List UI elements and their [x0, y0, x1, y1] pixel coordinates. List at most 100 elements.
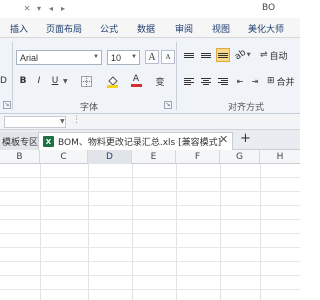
grid-line	[0, 261, 300, 262]
tab-view[interactable]: 视图	[212, 22, 230, 35]
align-center-button[interactable]	[199, 74, 213, 88]
grid-line	[40, 164, 41, 300]
grow-font-button[interactable]: A	[145, 50, 159, 64]
grid-line	[0, 205, 300, 206]
align-right-icon	[218, 77, 228, 85]
increase-indent-icon: ⇥	[251, 76, 259, 86]
align-left-icon	[184, 77, 194, 85]
decrease-indent-icon: ⇤	[236, 76, 244, 86]
underline-button[interactable]: U	[48, 74, 62, 88]
align-middle-button[interactable]	[199, 48, 213, 62]
font-dialog-launcher-icon[interactable]: ↘	[164, 101, 172, 109]
font-color-icon: A	[132, 74, 140, 84]
chevron-down-icon[interactable]: ▾	[34, 3, 44, 14]
tab-review[interactable]: 审阅	[175, 22, 193, 35]
grid-line	[88, 164, 89, 300]
align-left-button[interactable]	[182, 74, 196, 88]
cell-area[interactable]	[0, 164, 300, 300]
tab-template-zone[interactable]: 模板专区	[0, 132, 38, 150]
chevron-down-icon[interactable]: ▼	[63, 78, 68, 85]
align-right-button[interactable]	[216, 74, 230, 88]
wrap-text-label: 自动	[269, 51, 288, 62]
tab-beautify[interactable]: 美化大师	[248, 22, 284, 35]
wen-icon: 变	[155, 77, 165, 88]
tab-formulas[interactable]: 公式	[100, 22, 118, 35]
align-middle-icon	[201, 52, 211, 58]
tab-insert[interactable]: 插入	[10, 22, 28, 35]
grid-line	[0, 247, 300, 248]
quick-access-toolbar: ✕ ▾ ◂ ▸	[22, 3, 68, 14]
italic-button[interactable]: I	[32, 74, 46, 88]
close-icon[interactable]: ✕	[219, 133, 228, 146]
column-header-g[interactable]: G	[220, 150, 260, 164]
increase-indent-button[interactable]: ⇥	[248, 74, 262, 88]
window-title: BO	[262, 3, 276, 13]
borders-icon	[80, 75, 92, 87]
shrink-font-icon: A	[165, 53, 171, 61]
grow-font-icon: A	[148, 51, 156, 63]
paint-bucket-icon	[106, 75, 118, 88]
spreadsheet-grid[interactable]: B C D E F G H	[0, 150, 300, 300]
fill-color-button[interactable]	[102, 74, 122, 88]
grid-line	[0, 289, 300, 290]
column-headers: B C D E F G H	[0, 150, 300, 164]
grid-line	[176, 164, 177, 300]
add-tab-icon[interactable]: +	[240, 131, 251, 146]
borders-button[interactable]	[76, 74, 96, 88]
column-header-e[interactable]: E	[132, 150, 176, 164]
back-icon[interactable]: ◂	[46, 3, 56, 14]
font-name-value: Arial	[20, 52, 39, 63]
grid-line	[0, 191, 300, 192]
tab-data[interactable]: 数据	[137, 22, 155, 35]
grid-line	[0, 177, 300, 178]
tab-bom-workbook[interactable]: X BOM、物料更改记录汇总.xls [兼容模式]	[38, 132, 233, 150]
name-box[interactable]: ▼	[4, 116, 66, 128]
title-bar: ✕ ▾ ◂ ▸ BO	[0, 0, 300, 18]
dialog-launcher-icon[interactable]: ↘	[3, 101, 11, 109]
align-top-icon	[184, 52, 194, 58]
formula-bar: ▼ ⋮	[0, 114, 300, 130]
decrease-indent-button[interactable]: ⇤	[233, 74, 247, 88]
font-size-value: 10	[111, 52, 122, 63]
tab-page-layout[interactable]: 页面布局	[46, 22, 82, 35]
tab-template-zone-label: 模板专区	[2, 137, 39, 148]
column-header-d[interactable]: D	[88, 150, 132, 164]
merge-center-button[interactable]: ⊞ 合并	[266, 74, 300, 88]
bold-button[interactable]: B	[16, 74, 30, 88]
wrap-text-icon: ⇌	[260, 50, 268, 60]
column-header-b[interactable]: B	[0, 150, 40, 164]
align-bottom-icon	[218, 52, 228, 58]
ribbon-divider	[12, 42, 13, 110]
shrink-font-button[interactable]: A	[161, 50, 175, 64]
phonetic-button[interactable]: 变	[150, 74, 170, 88]
grid-line	[0, 275, 300, 276]
formula-bar-grip[interactable]: ⋮	[72, 115, 81, 125]
clipped-button-label[interactable]: D	[0, 76, 7, 86]
close-icon[interactable]: ✕	[22, 3, 32, 14]
grid-line	[220, 164, 221, 300]
column-header-f[interactable]: F	[176, 150, 220, 164]
workbook-tabs: 模板专区 X BOM、物料更改记录汇总.xls [兼容模式] ✕ +	[0, 130, 300, 150]
forward-icon[interactable]: ▸	[58, 3, 68, 14]
chevron-down-icon[interactable]: ▼	[60, 118, 65, 125]
align-center-icon	[201, 77, 211, 85]
orientation-icon: ab	[233, 47, 249, 63]
alignment-group-label: 对齐方式	[228, 103, 265, 113]
align-top-button[interactable]	[182, 48, 196, 62]
grid-line	[260, 164, 261, 300]
chevron-down-icon: ▼	[93, 54, 99, 60]
column-header-h[interactable]: H	[260, 150, 300, 164]
font-color-button[interactable]: A	[126, 74, 146, 88]
font-color-swatch	[130, 84, 142, 87]
chevron-down-icon: ▼	[131, 54, 137, 60]
align-bottom-button[interactable]	[216, 48, 230, 62]
column-header-c[interactable]: C	[40, 150, 88, 164]
wrap-text-button[interactable]: ⇌ 自动	[259, 48, 300, 62]
font-size-select[interactable]: 10 ▼	[107, 50, 140, 65]
merge-label: 合并	[276, 77, 295, 88]
grid-line	[0, 219, 300, 220]
grid-line	[0, 233, 300, 234]
font-group-label: 字体	[80, 103, 99, 113]
font-name-select[interactable]: Arial ▼	[16, 50, 102, 65]
orientation-button[interactable]: ab ▼	[233, 47, 253, 63]
